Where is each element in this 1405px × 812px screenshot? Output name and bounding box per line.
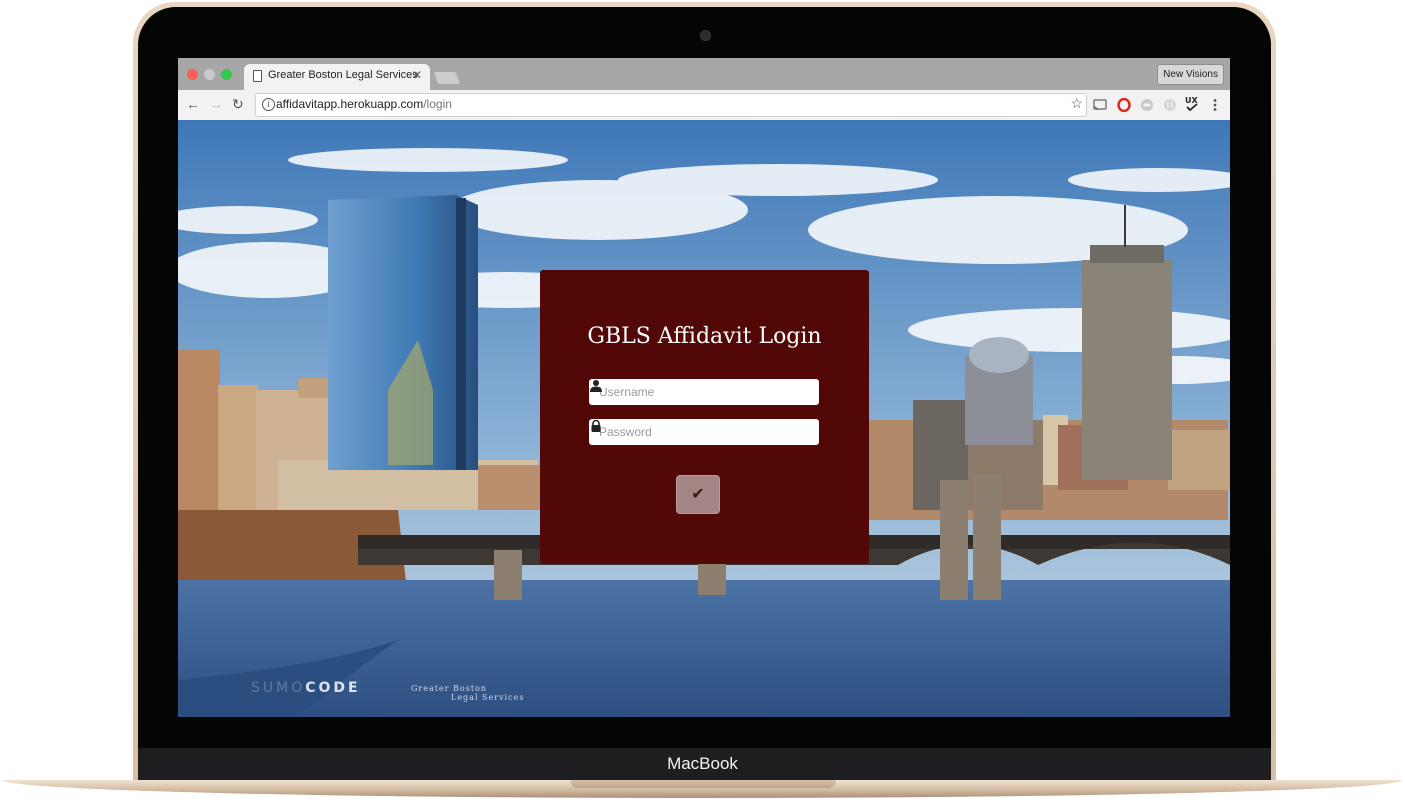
- gbls-logo-line1: Greater Boston: [411, 684, 488, 693]
- reload-button[interactable]: ↻: [232, 96, 244, 112]
- login-card: GBLS Affidavit Login ✔: [540, 270, 869, 564]
- browser-tab-active[interactable]: Greater Boston Legal Services ✕: [244, 64, 430, 90]
- extension-icon[interactable]: [1163, 98, 1177, 112]
- checkmark-icon: ✔: [691, 486, 705, 503]
- address-bar[interactable]: i affidavitapp.herokuapp.com/login ☆: [255, 93, 1087, 117]
- browser-tabstrip: Greater Boston Legal Services ✕ New Visi…: [178, 58, 1230, 90]
- tab-title: Greater Boston Legal Services: [268, 69, 418, 81]
- camera-icon: [700, 30, 711, 41]
- window-maximize-button[interactable]: [221, 69, 232, 80]
- laptop-base-notch: [570, 780, 836, 788]
- gbls-logo: Greater Boston Legal Services: [411, 684, 524, 702]
- password-input[interactable]: [589, 419, 809, 445]
- forward-button[interactable]: →: [209, 96, 223, 112]
- login-submit-button[interactable]: ✔: [676, 475, 720, 514]
- window-minimize-button[interactable]: [204, 69, 215, 80]
- info-icon[interactable]: i: [262, 98, 275, 111]
- extension-icon[interactable]: [1140, 98, 1154, 112]
- login-title: GBLS Affidavit Login: [587, 324, 822, 349]
- laptop-brand-label: MacBook: [667, 754, 738, 773]
- code-logo-dim: SUMO: [251, 680, 306, 696]
- page-content: GBLS Affidavit Login ✔ SUMOCODE: [178, 120, 1230, 717]
- opera-icon[interactable]: [1117, 98, 1131, 112]
- lock-icon: [591, 419, 601, 432]
- ux-check-icon[interactable]: UX: [1185, 95, 1199, 113]
- user-icon: [590, 380, 602, 392]
- back-button[interactable]: ←: [186, 96, 200, 112]
- star-icon[interactable]: ☆: [1070, 95, 1083, 112]
- gbls-logo-line2: Legal Services: [451, 693, 525, 702]
- code-logo-bold: CODE: [305, 680, 361, 696]
- page-favicon-icon: [253, 70, 262, 82]
- menu-kebab-icon[interactable]: [1212, 98, 1218, 112]
- tab-close-icon[interactable]: ✕: [412, 68, 422, 82]
- username-field[interactable]: [589, 379, 819, 405]
- browser-toolbar: ← → ↻ i affidavitapp.herokuapp.com/login…: [178, 90, 1230, 121]
- address-url[interactable]: affidavitapp.herokuapp.com/login: [276, 97, 452, 111]
- cast-icon[interactable]: [1093, 98, 1107, 112]
- url-host: affidavitapp.herokuapp.com: [276, 97, 424, 111]
- profile-button[interactable]: New Visions: [1157, 64, 1224, 85]
- screen: Greater Boston Legal Services ✕ New Visi…: [178, 58, 1230, 717]
- window-close-button[interactable]: [187, 69, 198, 80]
- password-field[interactable]: [589, 419, 819, 445]
- new-tab-button[interactable]: [433, 72, 461, 84]
- sumo-code-logo: SUMOCODE: [251, 680, 361, 696]
- username-input[interactable]: [589, 379, 809, 405]
- url-path: /login: [423, 97, 452, 111]
